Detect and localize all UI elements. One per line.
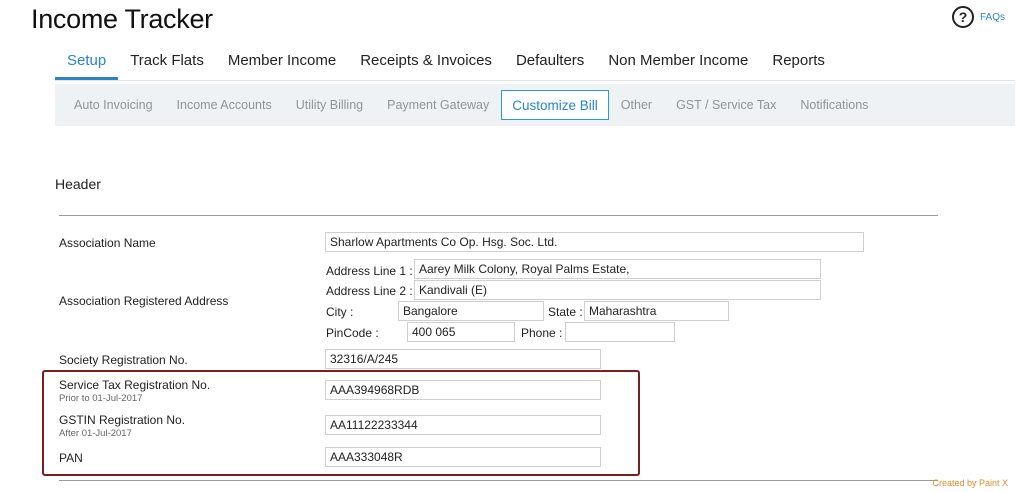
annotation-highlight-box bbox=[42, 370, 640, 476]
society-reg-label: Society Registration No. bbox=[59, 353, 188, 367]
tab-receipts-invoices[interactable]: Receipts & Invoices bbox=[348, 44, 504, 80]
subtab-utility-billing[interactable]: Utility Billing bbox=[284, 90, 375, 120]
state-field[interactable] bbox=[584, 301, 729, 321]
subtab-gst-service-tax[interactable]: GST / Service Tax bbox=[664, 90, 788, 120]
tabs-divider bbox=[55, 80, 1015, 81]
credit-watermark: Created by Paint X bbox=[932, 478, 1008, 488]
address-line2-field[interactable] bbox=[414, 280, 821, 300]
phone-label: Phone : bbox=[521, 326, 563, 340]
phone-field[interactable] bbox=[565, 322, 675, 342]
app-title: Income Tracker bbox=[31, 4, 213, 34]
tab-non-member-income[interactable]: Non Member Income bbox=[596, 44, 760, 80]
city-label: City : bbox=[326, 305, 354, 319]
pincode-label: PinCode : bbox=[326, 326, 379, 340]
subtab-payment-gateway[interactable]: Payment Gateway bbox=[375, 90, 501, 120]
faq-label[interactable]: FAQs bbox=[980, 12, 1005, 23]
faq-link[interactable]: ? FAQs bbox=[952, 6, 1005, 28]
section-title: Header bbox=[55, 176, 101, 192]
registered-address-label: Association Registered Address bbox=[59, 294, 229, 308]
association-name-field[interactable] bbox=[325, 232, 864, 252]
bottom-divider bbox=[59, 480, 938, 481]
tab-reports[interactable]: Reports bbox=[760, 44, 837, 80]
question-circle-icon[interactable]: ? bbox=[952, 6, 974, 28]
address-line1-field[interactable] bbox=[414, 259, 821, 279]
address-line1-label: Address Line 1 : bbox=[326, 264, 413, 278]
subtab-customize-bill[interactable]: Customize Bill bbox=[501, 90, 609, 120]
section-divider bbox=[59, 215, 938, 216]
association-name-label: Association Name bbox=[59, 236, 156, 250]
subtab-auto-invoicing[interactable]: Auto Invoicing bbox=[62, 90, 165, 120]
tab-track-flats[interactable]: Track Flats bbox=[118, 44, 216, 80]
tab-defaulters[interactable]: Defaulters bbox=[504, 44, 596, 80]
city-field[interactable] bbox=[398, 301, 544, 321]
tab-member-income[interactable]: Member Income bbox=[216, 44, 348, 80]
main-tabs: Setup Track Flats Member Income Receipts… bbox=[55, 44, 837, 80]
subtab-other[interactable]: Other bbox=[609, 90, 664, 120]
pincode-field[interactable] bbox=[407, 322, 515, 342]
state-label: State : bbox=[548, 305, 583, 319]
tab-setup[interactable]: Setup bbox=[55, 44, 119, 80]
sub-tabs-bar: Auto Invoicing Income Accounts Utility B… bbox=[55, 84, 1015, 126]
subtab-notifications[interactable]: Notifications bbox=[788, 90, 880, 120]
address-line2-label: Address Line 2 : bbox=[326, 284, 413, 298]
society-reg-field[interactable] bbox=[325, 349, 601, 369]
subtab-income-accounts[interactable]: Income Accounts bbox=[165, 90, 284, 120]
